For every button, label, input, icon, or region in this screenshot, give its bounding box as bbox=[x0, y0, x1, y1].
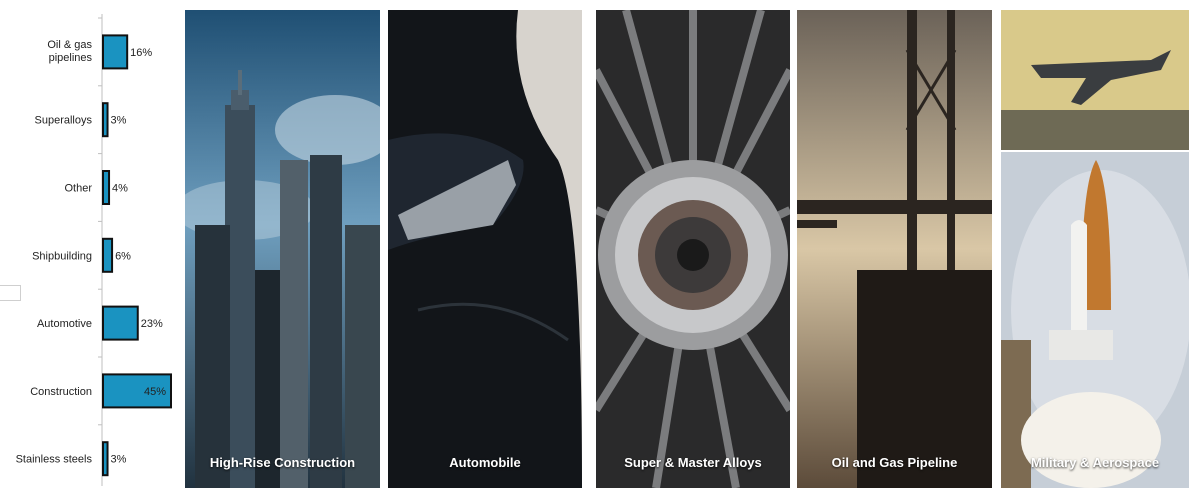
turbine-image bbox=[596, 10, 790, 488]
value-label: 6% bbox=[115, 250, 131, 262]
panel-caption: Automobile bbox=[449, 455, 521, 470]
jet-and-shuttle-image bbox=[1001, 10, 1189, 488]
value-label: 45% bbox=[144, 386, 166, 398]
bar bbox=[102, 170, 111, 205]
value-label: 16% bbox=[130, 47, 152, 59]
car-image bbox=[388, 10, 582, 488]
bar bbox=[102, 34, 129, 70]
value-label: 3% bbox=[111, 454, 127, 466]
value-label: 3% bbox=[111, 115, 127, 127]
panel-caption: Military & Aerospace bbox=[1030, 455, 1160, 470]
bar bbox=[102, 237, 114, 273]
value-label: 23% bbox=[141, 318, 163, 330]
panel-high-rise: High-Rise Construction bbox=[185, 10, 380, 488]
category-label: Oil & gas pipelines bbox=[47, 39, 92, 64]
oil-rig-image bbox=[797, 10, 992, 488]
panel-caption: Oil and Gas Pipeline bbox=[831, 455, 958, 470]
category-label: Automotive bbox=[37, 318, 92, 330]
category-label: Stainless steels bbox=[16, 454, 93, 466]
bar bbox=[102, 441, 109, 477]
panel-military-aerospace: Military & Aerospace bbox=[1001, 10, 1189, 488]
collapsed-tab[interactable] bbox=[0, 285, 21, 301]
category-label: Other bbox=[64, 183, 92, 195]
category-label: Superalloys bbox=[35, 115, 93, 127]
panel-alloys: Super & Master Alloys bbox=[596, 10, 790, 488]
panel-oil-gas: Oil and Gas Pipeline bbox=[797, 10, 992, 488]
category-label: Shipbuilding bbox=[32, 250, 92, 262]
bar-chart: Oil & gas pipelines 16% Superalloys 3% Other 4… bbox=[16, 14, 172, 486]
value-label: 4% bbox=[112, 183, 128, 195]
category-label: Construction bbox=[30, 386, 92, 398]
panel-caption: High-Rise Construction bbox=[209, 455, 356, 470]
panel-caption: Super & Master Alloys bbox=[624, 455, 762, 470]
bar bbox=[102, 305, 139, 341]
bar bbox=[102, 102, 109, 138]
skyscraper-image bbox=[185, 10, 380, 488]
panel-automobile: Automobile bbox=[388, 10, 582, 488]
